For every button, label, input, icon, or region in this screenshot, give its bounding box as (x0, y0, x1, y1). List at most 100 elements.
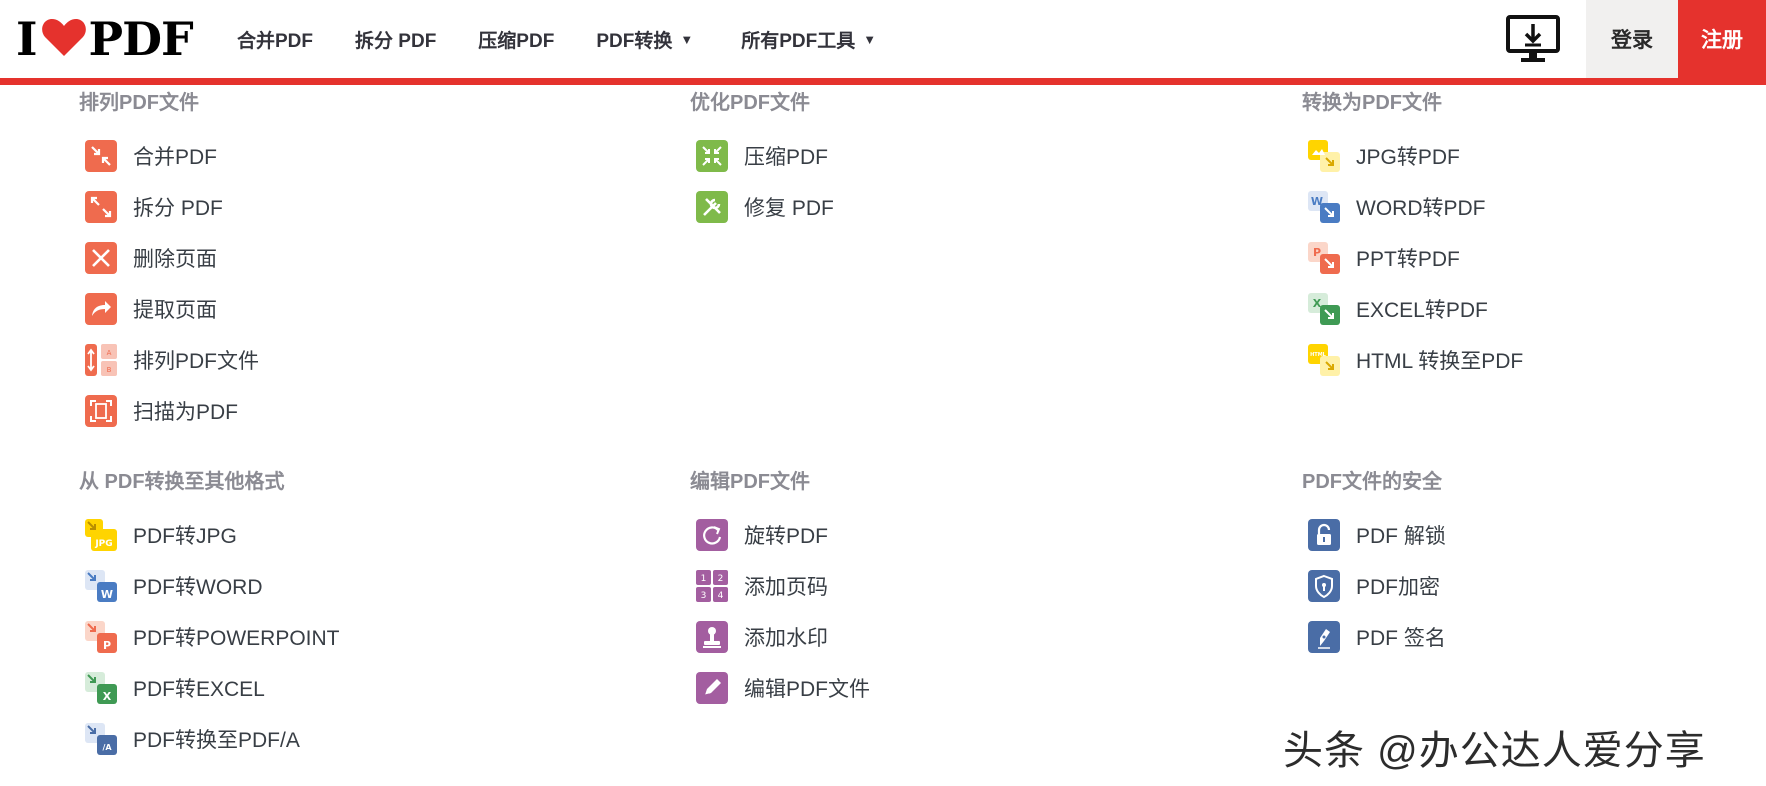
tool-merge-pdf[interactable]: 合并PDF (79, 130, 259, 181)
tool-word-to-pdf[interactable]: W WORD转PDF (1302, 181, 1523, 232)
svg-text:2: 2 (718, 574, 724, 584)
tool-label: 提取页面 (133, 298, 217, 322)
signup-button[interactable]: 注册 (1678, 0, 1766, 78)
tool-list: PDF 解锁 PDF加密 PDF 签名 (1302, 509, 1446, 662)
tool-pdf-to-jpg[interactable]: JPG PDF转JPG (79, 509, 340, 560)
nav-convert-pdf-label: PDF转换 (596, 30, 673, 52)
tool-pdf-to-word[interactable]: W PDF转WORD (79, 560, 340, 611)
login-button[interactable]: 登录 (1586, 0, 1678, 78)
tool-label: PDF加密 (1356, 575, 1440, 599)
tool-html-to-pdf[interactable]: HTML HTML 转换至PDF (1302, 334, 1523, 385)
caret-down-icon: ▼ (680, 31, 694, 47)
nav-merge-pdf-label: 合并PDF (237, 30, 314, 52)
tool-excel-to-pdf[interactable]: X EXCEL转PDF (1302, 283, 1523, 334)
tool-repair-pdf[interactable]: 修复 PDF (690, 181, 834, 232)
tool-scan-to-pdf[interactable]: 扫描为PDF (79, 385, 259, 436)
caret-down-icon: ▼ (863, 31, 877, 47)
header-accent-line (0, 78, 1766, 85)
section-organize-pdf: 排列PDF文件 合并PDF 拆分 PDF 删除页面 提取页面 AB 排列PDF文… (79, 90, 259, 436)
svg-text:W: W (101, 588, 113, 601)
tool-organize-pdf[interactable]: AB 排列PDF文件 (79, 334, 259, 385)
unlock-icon (1308, 518, 1340, 551)
tool-pdf-to-excel[interactable]: X PDF转EXCEL (79, 662, 340, 713)
extract-pages-icon (85, 292, 117, 325)
merge-icon (85, 139, 117, 172)
svg-text:HTML: HTML (1310, 352, 1327, 358)
tool-label: 删除页面 (133, 247, 217, 271)
jpg-to-pdf-icon (1308, 139, 1340, 172)
tool-jpg-to-pdf[interactable]: JPG转PDF (1302, 130, 1523, 181)
tool-label: PDF转换至PDF/A (133, 728, 300, 752)
tool-label: PDF 解锁 (1356, 524, 1446, 548)
tool-label: PDF转JPG (133, 524, 237, 548)
tool-list: JPG PDF转JPG W PDF转WORD P PDF转POWERPOINT … (79, 509, 340, 764)
pdf-to-jpg-icon: JPG (85, 518, 117, 551)
tool-split-pdf[interactable]: 拆分 PDF (79, 181, 259, 232)
nav-merge-pdf[interactable]: 合并PDF (237, 26, 313, 53)
tool-unlock-pdf[interactable]: PDF 解锁 (1302, 509, 1446, 560)
section-title: 从 PDF转换至其他格式 (79, 471, 285, 493)
nav-convert-pdf-dropdown[interactable]: PDF转换 ▼ (596, 26, 693, 53)
section-title: 优化PDF文件 (690, 92, 810, 114)
tool-label: 扫描为PDF (133, 400, 238, 424)
logo-letter-i: I (16, 12, 38, 66)
nav-all-tools-label: 所有PDF工具 (741, 30, 856, 52)
compress-icon (696, 139, 728, 172)
tool-pdf-to-powerpoint[interactable]: P PDF转POWERPOINT (79, 611, 340, 662)
tool-edit-pdf[interactable]: 编辑PDF文件 (690, 662, 870, 713)
tool-label: EXCEL转PDF (1356, 298, 1488, 322)
nav-compress-pdf[interactable]: 压缩PDF (478, 26, 554, 53)
tool-rotate-pdf[interactable]: 旋转PDF (690, 509, 870, 560)
tool-label: 压缩PDF (744, 145, 828, 169)
tool-ppt-to-pdf[interactable]: P PPT转PDF (1302, 232, 1523, 283)
sign-icon (1308, 620, 1340, 653)
tool-label: 添加页码 (744, 575, 828, 599)
svg-text:/A: /A (102, 743, 112, 752)
word-to-pdf-icon: W (1308, 190, 1340, 223)
tool-list: 压缩PDF 修复 PDF (690, 130, 834, 232)
nav-all-tools-dropdown[interactable]: 所有PDF工具 ▼ (741, 26, 876, 53)
desktop-download-icon[interactable] (1505, 14, 1561, 66)
tool-add-page-numbers[interactable]: 1 2 3 4 添加页码 (690, 560, 870, 611)
svg-text:JPG: JPG (94, 539, 112, 549)
svg-text:P: P (103, 639, 111, 652)
tool-label: PDF转WORD (133, 575, 263, 599)
ilovepdf-logo[interactable]: I PDF (16, 12, 194, 66)
nav-split-pdf[interactable]: 拆分 PDF (355, 26, 436, 53)
tool-label: HTML 转换至PDF (1356, 349, 1524, 373)
edit-icon (696, 671, 728, 704)
svg-text:1: 1 (701, 574, 707, 584)
tool-label: 添加水印 (744, 626, 828, 650)
pdf-to-excel-icon: X (85, 671, 117, 704)
top-navigation-bar: I PDF 合并PDF 拆分 PDF 压缩PDF PDF转换 ▼ 所有PDF工具 ▼… (0, 0, 1766, 78)
tool-extract-pages[interactable]: 提取页面 (79, 283, 259, 334)
tool-add-watermark[interactable]: 添加水印 (690, 611, 870, 662)
logo-word-pdf: PDF (88, 12, 194, 66)
tool-label: 编辑PDF文件 (744, 677, 870, 701)
svg-text:A: A (107, 349, 112, 357)
tool-remove-pages[interactable]: 删除页面 (79, 232, 259, 283)
svg-text:P: P (1313, 246, 1321, 259)
tool-label: 合并PDF (133, 145, 217, 169)
nav-split-pdf-label: 拆分 PDF (355, 30, 437, 52)
protect-icon (1308, 569, 1340, 602)
scan-icon (85, 394, 117, 427)
repair-icon (696, 190, 728, 223)
tool-label: 修复 PDF (744, 196, 834, 220)
ppt-to-pdf-icon: P (1308, 241, 1340, 274)
tool-compress-pdf[interactable]: 压缩PDF (690, 130, 834, 181)
tool-pdf-to-pdfa[interactable]: /A PDF转换至PDF/A (79, 713, 340, 764)
tool-label: PPT转PDF (1356, 247, 1460, 271)
svg-text:X: X (103, 690, 112, 703)
html-to-pdf-icon: HTML (1308, 343, 1340, 376)
tool-protect-pdf[interactable]: PDF加密 (1302, 560, 1446, 611)
tool-label: PDF转EXCEL (133, 677, 265, 701)
tool-label: 旋转PDF (744, 524, 828, 548)
section-convert-to-pdf: 转换为PDF文件 JPG转PDF W WORD转PDF P PPT转PDF X … (1302, 90, 1523, 385)
page-numbers-icon: 1 2 3 4 (696, 569, 728, 602)
svg-text:4: 4 (718, 591, 724, 601)
section-title: PDF文件的安全 (1302, 471, 1442, 493)
tool-sign-pdf[interactable]: PDF 签名 (1302, 611, 1446, 662)
watermark-icon (696, 620, 728, 653)
heart-logo-icon (41, 17, 87, 62)
